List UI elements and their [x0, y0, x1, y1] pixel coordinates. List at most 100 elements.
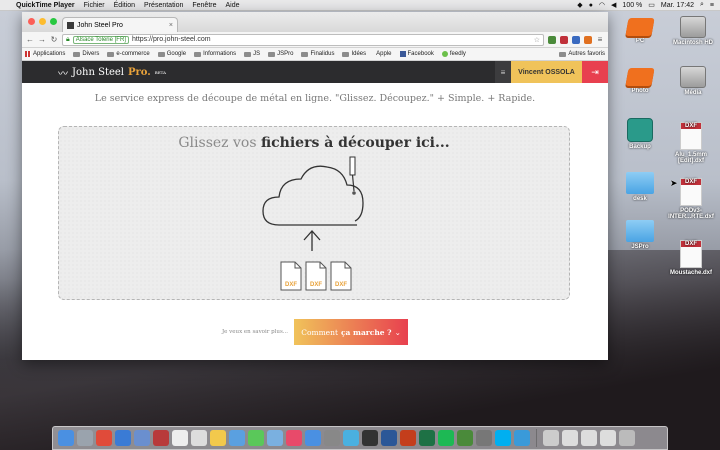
- desktop-stack-icon[interactable]: [600, 430, 616, 446]
- bookmark-other[interactable]: Autres favoris: [559, 51, 605, 57]
- itunes-icon[interactable]: [286, 430, 302, 446]
- desktop-icon-alu-dxf[interactable]: DXF Alu_1.5mm [Edit].dxf: [668, 122, 714, 164]
- menu-presentation[interactable]: Présentation: [144, 2, 183, 9]
- desktop-icon-macintosh-hd[interactable]: Macintosh HD: [670, 16, 716, 46]
- user-account-button[interactable]: Vincent OSSOLA: [511, 61, 582, 83]
- safari-icon[interactable]: [115, 430, 131, 446]
- tab-close-icon[interactable]: ×: [169, 22, 173, 29]
- facetime-icon[interactable]: [248, 430, 264, 446]
- bookmark-divers[interactable]: Divers: [73, 51, 99, 57]
- trash-icon[interactable]: [619, 430, 635, 446]
- how-it-works-button[interactable]: Comment ça marche ? ⌄: [294, 319, 409, 345]
- excel-icon[interactable]: [419, 430, 435, 446]
- dropbox-icon[interactable]: ◆: [577, 1, 582, 9]
- folder-icon: [73, 51, 81, 57]
- app-store-icon[interactable]: [305, 430, 321, 446]
- notification-icon[interactable]: ●: [589, 2, 593, 9]
- spotlight-icon[interactable]: ⌕: [700, 1, 704, 9]
- quicktime-icon[interactable]: [343, 430, 359, 446]
- bookmark-jspro[interactable]: JSPro: [268, 51, 293, 57]
- desktop-icon-moustache-dxf[interactable]: DXF Moustache.dxf: [668, 240, 714, 276]
- lock-icon: 🔒︎: [66, 35, 70, 43]
- bookmark-informations[interactable]: Informations: [194, 51, 236, 57]
- menu-icon[interactable]: ≡: [596, 35, 604, 44]
- extension-1-icon[interactable]: [548, 35, 556, 44]
- extension-4-icon[interactable]: [584, 35, 592, 44]
- system-preferences-icon[interactable]: [324, 430, 340, 446]
- learn-more-text: Je veux en savoir plus...: [221, 329, 289, 335]
- qcad-icon[interactable]: [514, 430, 530, 446]
- close-window-icon[interactable]: [28, 18, 35, 25]
- bookmark-feedly[interactable]: feedly: [441, 51, 466, 57]
- wifi-icon[interactable]: ◠: [599, 1, 605, 9]
- downloads-stack-icon[interactable]: [543, 430, 559, 446]
- menu-edition[interactable]: Édition: [114, 2, 135, 9]
- hamburger-menu-icon[interactable]: ≡: [495, 61, 511, 83]
- time-machine-icon: [627, 118, 653, 142]
- zoom-window-icon[interactable]: [50, 18, 57, 25]
- desktop-icon-desk[interactable]: desk: [617, 172, 663, 202]
- bookmark-applications[interactable]: Applications: [25, 51, 65, 57]
- extension-3-icon[interactable]: [572, 35, 580, 44]
- notification-center-icon[interactable]: ≡: [710, 2, 714, 9]
- file-dropzone[interactable]: Glissez vos fichiers à découper ici... D…: [58, 126, 570, 300]
- header-actions: ≡ Vincent OSSOLA ⇥: [495, 61, 608, 83]
- minimize-window-icon[interactable]: [39, 18, 46, 25]
- spotify-icon[interactable]: [438, 430, 454, 446]
- tab-title: John Steel Pro: [77, 21, 123, 29]
- desktop-icon-backup[interactable]: Backup: [617, 118, 663, 150]
- tab-favicon-icon: [67, 21, 74, 29]
- stickies-icon[interactable]: [210, 430, 226, 446]
- browser-tab[interactable]: John Steel Pro ×: [62, 17, 178, 32]
- logout-icon[interactable]: ⇥: [582, 61, 608, 83]
- bookmark-facebook[interactable]: Facebook: [399, 51, 434, 57]
- photos-icon[interactable]: [267, 430, 283, 446]
- desktop-icon-media[interactable]: Média: [670, 66, 716, 96]
- books-icon[interactable]: [153, 430, 169, 446]
- evernote-icon[interactable]: [457, 430, 473, 446]
- word-icon[interactable]: [381, 430, 397, 446]
- notes-icon[interactable]: [191, 430, 207, 446]
- desktop-icon-jspro[interactable]: JSPro: [617, 220, 663, 250]
- bookmark-google[interactable]: Google: [157, 51, 186, 57]
- menu-app-name[interactable]: QuickTime Player: [16, 2, 75, 9]
- menu-aide[interactable]: Aide: [225, 2, 239, 9]
- dxf-file-label: DXF: [285, 282, 297, 288]
- powerpoint-icon[interactable]: [400, 430, 416, 446]
- finder-icon[interactable]: [58, 430, 74, 446]
- hard-drive-icon: [680, 66, 706, 88]
- back-icon[interactable]: ←: [26, 35, 34, 44]
- messages-icon[interactable]: [229, 430, 245, 446]
- menu-fenetre[interactable]: Fenêtre: [192, 2, 216, 9]
- desktop-icon-pc[interactable]: PC: [617, 18, 663, 44]
- menubar: QuickTime Player Fichier Édition Présent…: [0, 0, 720, 11]
- terminal-icon[interactable]: [476, 430, 492, 446]
- dxf-file-icon: DXF: [280, 261, 302, 291]
- mail-icon[interactable]: [134, 430, 150, 446]
- forward-icon[interactable]: →: [38, 35, 46, 44]
- skype-icon[interactable]: [495, 430, 511, 446]
- folder-icon: [244, 51, 252, 57]
- menu-fichier[interactable]: Fichier: [84, 2, 105, 9]
- bookmark-idees[interactable]: Idées: [342, 51, 366, 57]
- calendar-icon[interactable]: [172, 430, 188, 446]
- bookmark-finalidus[interactable]: Finalidus: [301, 51, 334, 57]
- site-logo[interactable]: 〰 John Steel Pro. BETA: [58, 65, 166, 80]
- activity-monitor-icon[interactable]: [362, 430, 378, 446]
- extension-2-icon[interactable]: [560, 35, 568, 44]
- chrome-icon[interactable]: [96, 430, 112, 446]
- bookmark-star-icon[interactable]: ☆: [534, 36, 540, 44]
- bookmark-ecommerce[interactable]: e-commerce: [107, 51, 150, 57]
- bookmark-js[interactable]: JS: [244, 51, 260, 57]
- screenshots-stack-icon[interactable]: [581, 430, 597, 446]
- clock[interactable]: Mar. 17:42: [661, 2, 694, 9]
- address-bar[interactable]: 🔒︎ Alsace Tolerie [FR] https://pro.john-…: [62, 33, 544, 46]
- launchpad-icon[interactable]: [77, 430, 93, 446]
- bookmark-apple[interactable]: Apple: [374, 51, 391, 57]
- tagline: Le service express de découpe de métal e…: [94, 93, 536, 104]
- desktop-icon-photo[interactable]: Photo: [617, 68, 663, 94]
- reload-icon[interactable]: ↻: [50, 35, 58, 44]
- battery-icon[interactable]: ▭: [648, 1, 655, 9]
- documents-stack-icon[interactable]: [562, 430, 578, 446]
- volume-icon[interactable]: ◀: [611, 1, 616, 9]
